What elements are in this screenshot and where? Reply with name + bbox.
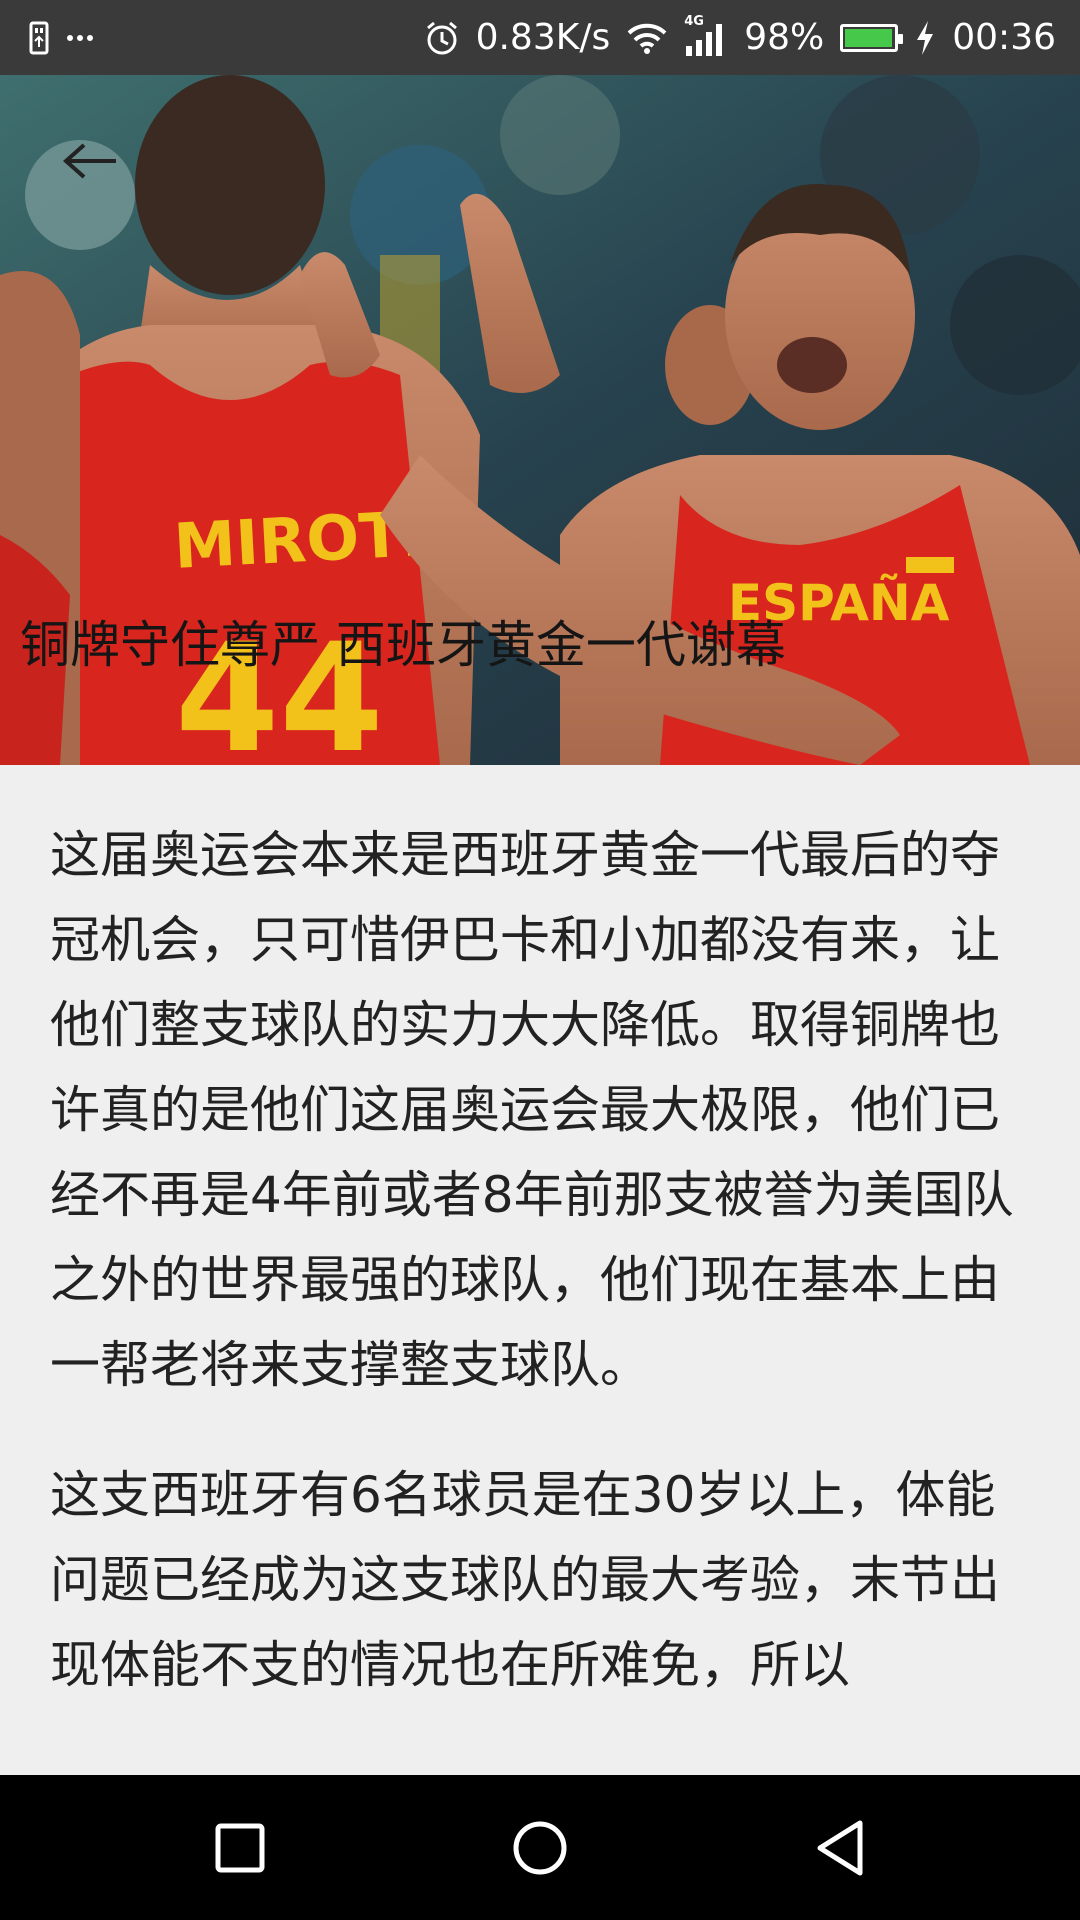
back-arrow-icon[interactable] xyxy=(62,141,128,207)
circle-home-icon[interactable] xyxy=(470,1775,610,1920)
more-dots-icon xyxy=(66,33,94,43)
article-paragraph: 这届奥运会本来是西班牙黄金一代最后的夺冠机会，只可惜伊巴卡和小加都没有来，让他们… xyxy=(50,826,1014,1394)
article-paragraph: 这支西班牙有6名球员是在30岁以上，体能问题已经成为这支球队的最大考验，末节出现… xyxy=(50,1466,1000,1694)
signal-label: 4G xyxy=(684,13,704,29)
square-recents-icon[interactable] xyxy=(170,1775,310,1920)
lightning-icon xyxy=(914,20,936,56)
clock: 00:36 xyxy=(952,16,1056,58)
signal-4g-icon: 4G xyxy=(684,14,728,58)
status-left xyxy=(28,21,94,55)
status-right: 0.83K/s 4G 98% 00:36 xyxy=(424,14,1056,58)
net-speed: 0.83K/s xyxy=(475,16,611,58)
triangle-back-icon[interactable] xyxy=(770,1775,910,1920)
article-body: 这届奥运会本来是西班牙黄金一代最后的夺冠机会，只可惜伊巴卡和小加都没有来，让他们… xyxy=(0,765,1080,1775)
alarm-icon xyxy=(424,20,460,56)
usb-icon xyxy=(28,21,50,55)
battery-percent: 98% xyxy=(744,16,825,58)
hero-image: MIROTIC 44 ESPAÑA 铜牌守住尊严 西班牙黄金一代谢幕 xyxy=(0,75,1080,765)
battery-icon xyxy=(840,23,904,52)
wifi-icon xyxy=(626,22,668,54)
navigation-bar xyxy=(0,1775,1080,1920)
status-bar: 0.83K/s 4G 98% 00:36 xyxy=(0,0,1080,75)
article-title: 铜牌守住尊严 西班牙黄金一代谢幕 xyxy=(20,616,786,674)
